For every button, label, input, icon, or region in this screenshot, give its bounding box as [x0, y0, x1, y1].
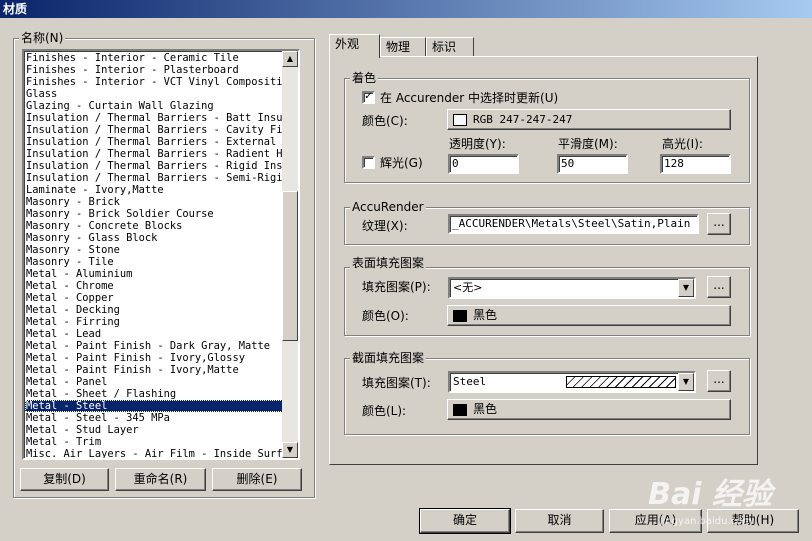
window-title: 材质 [0, 0, 812, 18]
list-item[interactable]: Masonry - Stone [25, 244, 287, 256]
list-item[interactable]: Misc. Air Layers - Air Film - Inside Sur… [25, 448, 287, 458]
cut-fill-value: Steel [453, 375, 487, 388]
cut-color-button[interactable]: 黑色 [447, 399, 731, 420]
texture-input[interactable]: _ACCURENDER\Metals\Steel\Satin,Plain [448, 214, 699, 234]
list-item[interactable]: Laminate - Ivory,Matte [25, 184, 287, 196]
texture-label: 纹理(X): [362, 219, 408, 233]
rename-button[interactable]: 重命名(R) [115, 468, 206, 491]
shading-group-label: 着色 [350, 71, 379, 85]
surface-fill-label: 填充图案(P): [362, 280, 431, 294]
chevron-down-icon[interactable]: ▼ [678, 373, 694, 391]
highlight-input[interactable]: 128 [660, 154, 731, 174]
surface-pattern-group-label: 表面填充图案 [350, 256, 427, 270]
chevron-down-icon[interactable]: ▼ [678, 279, 694, 297]
highlight-label: 高光(I): [662, 137, 703, 151]
surface-fill-value: <无> [453, 281, 483, 294]
delete-button[interactable]: 删除(E) [212, 468, 302, 491]
list-item[interactable]: Metal - Aluminium [25, 268, 287, 280]
list-item[interactable]: Insulation / Thermal Barriers - Radient … [25, 148, 287, 160]
list-item[interactable]: Insulation / Thermal Barriers - Rigid In… [25, 160, 287, 172]
list-item[interactable]: Metal - Trim [25, 436, 287, 448]
accurender-update-checkbox[interactable]: ✓ [362, 91, 375, 104]
list-item[interactable]: Masonry - Brick Soldier Course [25, 208, 287, 220]
cut-pattern-group [344, 358, 750, 435]
list-item[interactable]: Finishes - Interior - Plasterboard [25, 64, 287, 76]
list-item[interactable]: Metal - Firring [25, 316, 287, 328]
list-item[interactable]: Metal - Stud Layer [25, 424, 287, 436]
copy-button[interactable]: 复制(D) [20, 468, 109, 491]
shading-color-button[interactable]: RGB 247-247-247 [447, 109, 731, 130]
list-item[interactable]: Finishes - Interior - Ceramic Tile [25, 52, 287, 64]
list-item[interactable]: Metal - Steel - 345 MPa [25, 412, 287, 424]
hatch-pattern-preview [566, 376, 676, 388]
cut-color-value: 黑色 [473, 402, 498, 416]
texture-browse-button[interactable]: ... [707, 213, 731, 235]
transparency-input[interactable]: 0 [448, 154, 519, 174]
surface-color-value: 黑色 [473, 308, 498, 322]
list-item[interactable]: Metal - Paint Finish - Ivory,Glossy [25, 352, 287, 364]
shading-color-label: 颜色(C): [362, 114, 408, 128]
tab-identity[interactable]: 标识 [426, 37, 474, 57]
watermark-logo: Bai 经验 [648, 477, 772, 512]
glow-label: 辉光(G) [380, 156, 423, 170]
list-item[interactable]: Metal - Panel [25, 376, 287, 388]
surface-color-label: 颜色(O): [362, 309, 409, 323]
shading-color-value: RGB 247-247-247 [473, 113, 573, 126]
list-item[interactable]: Metal - Decking [25, 304, 287, 316]
shading-color-swatch [453, 113, 467, 126]
list-item[interactable]: Metal - Paint Finish - Ivory,Matte [25, 364, 287, 376]
list-item[interactable]: Metal - Paint Finish - Dark Gray, Matte [25, 340, 287, 352]
cut-color-label: 颜色(L): [362, 404, 407, 418]
list-item[interactable]: Masonry - Tile [25, 256, 287, 268]
list-item[interactable]: Metal - Steel [25, 400, 287, 412]
surface-fill-select[interactable]: <无> ▼ [448, 277, 696, 299]
list-item[interactable]: Insulation / Thermal Barriers - Cavity F… [25, 124, 287, 136]
cut-fill-label: 填充图案(T): [362, 376, 431, 390]
list-item[interactable]: Glass [25, 88, 287, 100]
surface-color-swatch [453, 309, 467, 322]
surface-color-button[interactable]: 黑色 [447, 305, 731, 326]
watermark-url: jingyan.baidu.com [659, 516, 752, 527]
transparency-label: 透明度(Y): [449, 137, 506, 151]
scroll-thumb[interactable] [282, 191, 298, 341]
ok-button[interactable]: 确定 [419, 508, 511, 534]
list-item[interactable]: Masonry - Concrete Blocks [25, 220, 287, 232]
list-item[interactable]: Insulation / Thermal Barriers - Semi-Rig… [25, 172, 287, 184]
cut-fill-select[interactable]: Steel ▼ [448, 371, 696, 393]
list-item[interactable]: Metal - Chrome [25, 280, 287, 292]
material-list[interactable]: Finishes - Interior - Ceramic Tile Finish… [25, 52, 287, 458]
accurender-update-label: 在 Accurender 中选择时更新(U) [380, 91, 559, 105]
accurender-group-label: AccuRender [350, 200, 426, 214]
list-item[interactable]: Insulation / Thermal Barriers - Batt Ins… [25, 112, 287, 124]
smoothness-input[interactable]: 50 [557, 154, 628, 174]
list-item[interactable]: Insulation / Thermal Barriers - External… [25, 136, 287, 148]
scroll-up-button[interactable]: ▲ [282, 51, 298, 67]
surface-browse-button[interactable]: ... [707, 276, 731, 298]
list-item[interactable]: Finishes - Interior - VCT Vinyl Composit… [25, 76, 287, 88]
list-item[interactable]: Glazing - Curtain Wall Glazing [25, 100, 287, 112]
names-group-label: 名称(N) [19, 31, 66, 45]
list-item[interactable]: Masonry - Brick [25, 196, 287, 208]
tab-physical[interactable]: 物理 [380, 37, 426, 57]
list-item[interactable]: Metal - Copper [25, 292, 287, 304]
cut-pattern-group-label: 截面填充图案 [350, 351, 427, 365]
scroll-down-button[interactable]: ▼ [282, 442, 298, 458]
smoothness-label: 平滑度(M): [558, 137, 618, 151]
list-scrollbar[interactable]: ▲ ▼ [282, 51, 298, 458]
cut-browse-button[interactable]: ... [707, 370, 731, 392]
cut-color-swatch [453, 403, 467, 416]
material-listbox[interactable]: Finishes - Interior - Ceramic Tile Finish… [22, 49, 300, 460]
list-item[interactable]: Metal - Lead [25, 328, 287, 340]
list-item[interactable]: Masonry - Glass Block [25, 232, 287, 244]
cancel-button[interactable]: 取消 [515, 509, 604, 533]
tab-appearance[interactable]: 外观 [329, 34, 380, 58]
glow-checkbox[interactable] [362, 156, 375, 169]
list-item[interactable]: Metal - Sheet / Flashing [25, 388, 287, 400]
